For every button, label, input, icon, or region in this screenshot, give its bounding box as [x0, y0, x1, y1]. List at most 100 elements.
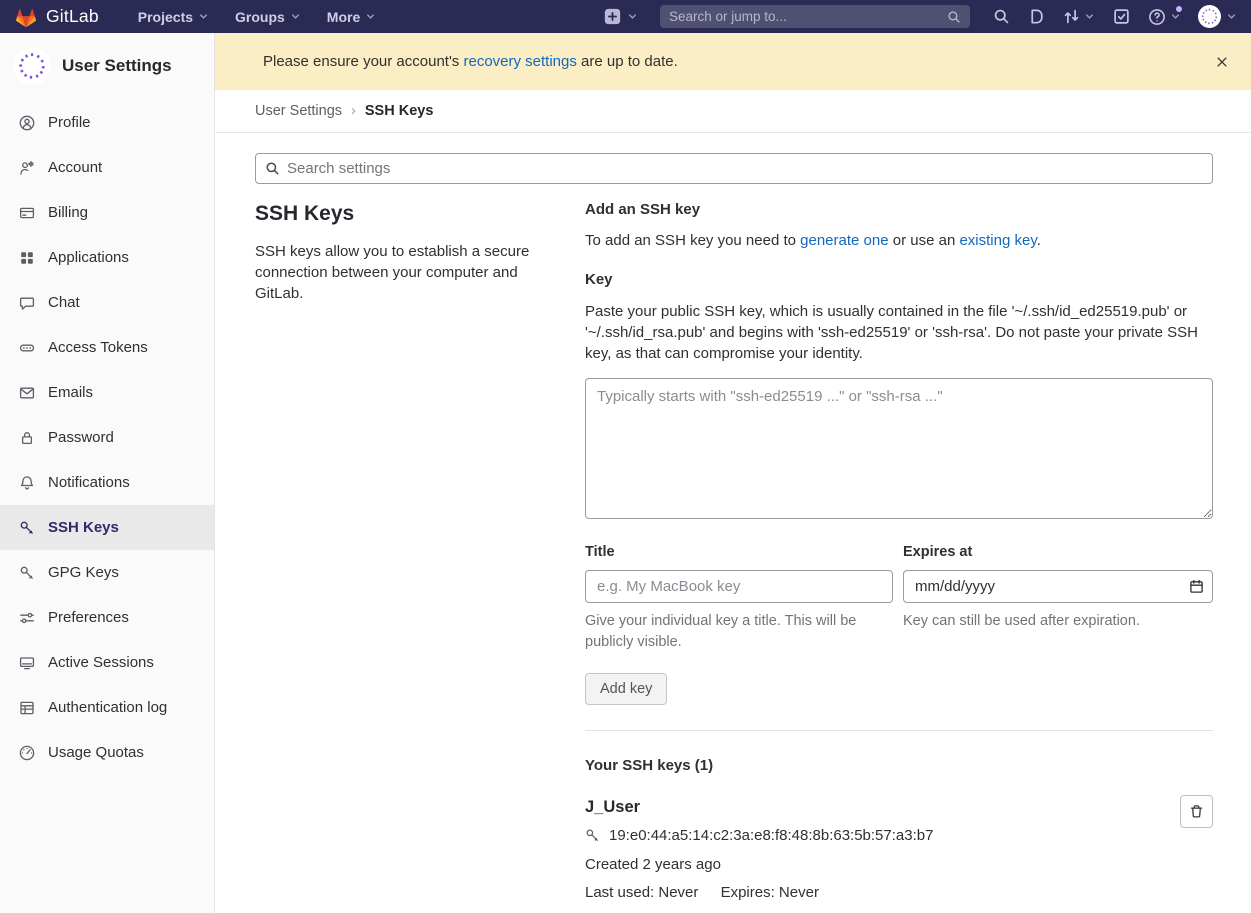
sidebar-item-authentication-log[interactable]: Authentication log: [0, 685, 214, 730]
title-field-group: Title Give your individual key a title. …: [585, 544, 893, 653]
alert-message: Please ensure your account's recovery se…: [263, 53, 678, 70]
merge-request-icon: [1063, 8, 1080, 25]
alert-close-button[interactable]: [1209, 49, 1235, 75]
sidebar-item-account[interactable]: Account: [0, 145, 214, 190]
main-menu: Projects Groups More: [125, 0, 389, 33]
monitor-icon: [19, 655, 35, 671]
expires-at-input[interactable]: [903, 570, 1213, 603]
log-table-icon: [19, 700, 35, 716]
key-label: Key: [585, 271, 1213, 288]
sidebar-item-applications[interactable]: Applications: [0, 235, 214, 280]
generate-one-link[interactable]: generate one: [800, 232, 888, 249]
tanuki-icon: [14, 6, 38, 28]
page-title: SSH Keys: [255, 202, 585, 226]
recovery-settings-alert: Please ensure your account's recovery se…: [215, 33, 1251, 90]
user-menu[interactable]: [1198, 5, 1237, 28]
issues-icon: [1028, 8, 1045, 25]
key-help-text: Paste your public SSH key, which is usua…: [585, 301, 1213, 364]
recovery-settings-link[interactable]: recovery settings: [463, 53, 576, 70]
your-ssh-keys-heading: Your SSH keys (1): [585, 757, 1213, 774]
ssh-key-list-item: J_User 19:e0:44:a5:14:c2:3a:e8:f8:48:8b:…: [585, 798, 1213, 901]
profile-icon: [19, 115, 35, 131]
todo-check-square-icon: [1113, 8, 1130, 25]
lock-icon: [19, 430, 35, 446]
chevron-down-icon: [1170, 11, 1181, 22]
new-dropdown[interactable]: [604, 8, 638, 25]
sidebar-item-ssh-keys[interactable]: SSH Keys: [0, 505, 214, 550]
sidebar-item-gpg-keys[interactable]: GPG Keys: [0, 550, 214, 595]
sidebar-item-active-sessions[interactable]: Active Sessions: [0, 640, 214, 685]
billing-icon: [19, 205, 35, 221]
applications-icon: [19, 250, 35, 266]
sidebar-menu: Profile Account Billing Applications Cha…: [0, 100, 214, 775]
bell-icon: [19, 475, 35, 491]
existing-key-link[interactable]: existing key: [959, 232, 1036, 249]
close-icon: [1215, 55, 1229, 69]
issues-button[interactable]: [1019, 0, 1054, 33]
key-icon: [585, 828, 600, 843]
sliders-icon: [19, 610, 35, 626]
main-content: Please ensure your account's recovery se…: [216, 33, 1251, 913]
ssh-key-fingerprint: 19:e0:44:a5:14:c2:3a:e8:f8:48:8b:63:5b:5…: [609, 827, 933, 844]
todos-button[interactable]: [1104, 0, 1139, 33]
sidebar-item-profile[interactable]: Profile: [0, 100, 214, 145]
expires-help-text: Key can still be used after expiration.: [903, 611, 1213, 632]
sidebar-item-billing[interactable]: Billing: [0, 190, 214, 235]
top-navbar: GitLab Projects Groups More: [0, 0, 1251, 33]
merge-requests-dropdown[interactable]: [1054, 0, 1104, 33]
ssh-key-expires: Expires: Never: [721, 884, 819, 901]
sidebar-item-notifications[interactable]: Notifications: [0, 460, 214, 505]
search-icon: [265, 161, 280, 176]
avatar: [1198, 5, 1221, 28]
ssh-key-last-used: Last used: Never: [585, 884, 698, 901]
settings-search[interactable]: [255, 153, 1213, 184]
chevron-down-icon: [1084, 11, 1095, 22]
gauge-icon: [19, 745, 35, 761]
sidebar-item-emails[interactable]: Emails: [0, 370, 214, 415]
section-divider: [585, 730, 1213, 731]
notification-dot: [1176, 6, 1182, 12]
ssh-key-title[interactable]: J_User: [585, 798, 1163, 817]
title-label: Title: [585, 544, 893, 560]
menu-more[interactable]: More: [314, 0, 389, 33]
chevron-down-icon: [365, 11, 376, 22]
global-search-input[interactable]: [669, 9, 947, 24]
expires-label: Expires at: [903, 544, 1213, 560]
chevron-down-icon: [290, 11, 301, 22]
search-button[interactable]: [984, 0, 1019, 33]
delete-key-button[interactable]: [1180, 795, 1213, 828]
account-icon: [19, 160, 35, 176]
add-key-button[interactable]: Add key: [585, 673, 667, 705]
title-help-text: Give your individual key a title. This w…: [585, 611, 893, 653]
breadcrumb: User Settings › SSH Keys: [216, 90, 1251, 133]
menu-groups[interactable]: Groups: [222, 0, 314, 33]
section-info: SSH Keys SSH keys allow you to establish…: [255, 200, 585, 901]
breadcrumb-current: SSH Keys: [365, 103, 434, 119]
settings-search-input[interactable]: [287, 160, 1203, 177]
trash-icon: [1189, 804, 1204, 819]
avatar: [13, 47, 51, 85]
gitlab-logo[interactable]: GitLab: [14, 6, 99, 28]
breadcrumb-user-settings[interactable]: User Settings: [255, 103, 342, 119]
access-tokens-icon: [19, 340, 35, 356]
chevron-down-icon: [198, 11, 209, 22]
search-icon: [993, 8, 1010, 25]
chevron-down-icon: [1226, 11, 1237, 22]
sidebar-item-usage-quotas[interactable]: Usage Quotas: [0, 730, 214, 775]
sidebar-item-password[interactable]: Password: [0, 415, 214, 460]
help-dropdown[interactable]: [1139, 0, 1190, 33]
sidebar-item-preferences[interactable]: Preferences: [0, 595, 214, 640]
search-icon: [947, 10, 961, 24]
title-input[interactable]: [585, 570, 893, 603]
global-search[interactable]: [660, 5, 970, 28]
ssh-key-form: Add an SSH key To add an SSH key you nee…: [585, 200, 1213, 901]
add-ssh-key-intro: To add an SSH key you need to generate o…: [585, 232, 1213, 249]
sidebar-item-chat[interactable]: Chat: [0, 280, 214, 325]
menu-projects[interactable]: Projects: [125, 0, 222, 33]
sidebar-item-access-tokens[interactable]: Access Tokens: [0, 325, 214, 370]
key-icon: [19, 565, 35, 581]
navbar-icons: [984, 0, 1190, 33]
email-icon: [19, 385, 35, 401]
key-input[interactable]: [585, 378, 1213, 519]
key-icon: [19, 520, 35, 536]
